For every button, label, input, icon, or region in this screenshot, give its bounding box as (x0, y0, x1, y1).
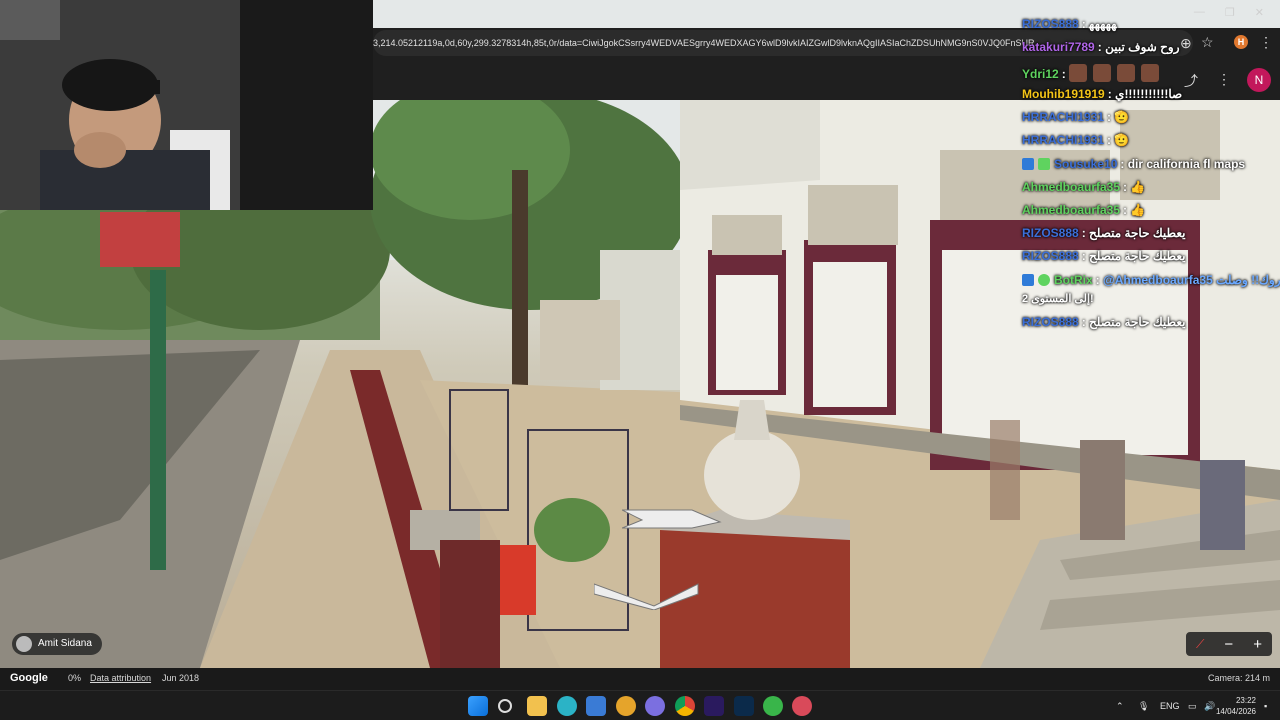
extension-profile-icon[interactable]: H (1234, 35, 1248, 49)
chat-username: RIZOS888 (1022, 249, 1079, 263)
data-attribution-link[interactable]: Data attribution (90, 673, 151, 683)
chat-username: Ydri12 (1022, 67, 1059, 81)
chat-message: HRRACHI1931: 🫡 (1022, 110, 1130, 124)
chat-message-continued: إلى المستوى 2! (1022, 292, 1094, 305)
close-button[interactable]: ✕ (1255, 6, 1264, 19)
more-icon[interactable]: ⋮ (1259, 34, 1273, 51)
badge-icon (1022, 274, 1034, 286)
imagery-date[interactable]: Jun 2018 (162, 673, 199, 683)
maximize-button[interactable]: ❐ (1225, 6, 1235, 19)
photoshop-icon[interactable] (734, 696, 754, 716)
chat-message: Sousuke10: dir california fl maps (1022, 157, 1245, 171)
chat-username: Ahmedboaurfa35 (1022, 203, 1121, 217)
chat-username: RIZOS888 (1022, 17, 1079, 31)
chat-text: 🫡 (1114, 110, 1130, 124)
navigate-back-arrow[interactable] (594, 574, 700, 610)
compass-icon[interactable]: ⟋ (1196, 637, 1204, 652)
chat-username: HRRACHI1931 (1022, 110, 1105, 124)
chat-message: HRRACHI1931: 🫡 (1022, 133, 1130, 147)
video-player-icon[interactable] (792, 696, 812, 716)
chat-text: يعطيك حاجة متصلح (1089, 226, 1186, 240)
chat-text: يعطيك حاجة متصلح (1089, 315, 1186, 329)
notification-icon[interactable]: ▪ (1264, 691, 1267, 720)
store-icon[interactable] (586, 696, 606, 716)
chat-username: Sousuke10 (1054, 157, 1118, 171)
windows-start-icon[interactable] (468, 696, 488, 716)
minimize-button[interactable]: — (1194, 6, 1205, 19)
chat-username: BotRix (1054, 273, 1093, 287)
progress-text: 0% (68, 673, 82, 683)
navigate-forward-arrow[interactable] (622, 500, 722, 530)
chat-message: Ahmedboaurfa35: 👍 (1022, 203, 1146, 217)
star-icon[interactable]: ☆ (1201, 34, 1214, 51)
chat-message: katakuri7789: روح شوف تبين (1022, 40, 1180, 54)
chrome-icon[interactable] (675, 696, 695, 716)
emote-icon (1141, 64, 1160, 82)
chat-text: 🫡 (1114, 133, 1130, 147)
chat-text: يعطيك حاجة متصلح (1089, 249, 1186, 263)
chat-message: BotRix: @Ahmedboaurfa35 مبروك!! وصلت (1022, 273, 1280, 287)
avatar (16, 636, 32, 652)
chat-text: ﻬﻬﻬﻬﻬ (1089, 17, 1117, 31)
clock-date: 14/04/2026 (1215, 707, 1256, 716)
wa-icon[interactable] (763, 696, 783, 716)
emote-icon (1093, 64, 1112, 82)
chat-message: RIZOS888: ﻬﻬﻬﻬﻬ (1022, 17, 1117, 31)
file-explorer-icon[interactable] (527, 696, 547, 716)
chat-text: روح شوف تبين (1105, 40, 1180, 54)
tray-chevron-icon[interactable]: ⌃ (1116, 691, 1124, 720)
photographer-name: Amit Sidana (38, 638, 92, 649)
window-controls: — ❐ ✕ (1194, 6, 1264, 19)
emote-icon (1117, 64, 1136, 82)
zoom-in-button[interactable]: + (1253, 636, 1262, 653)
chat-text: 👍 (1130, 180, 1146, 194)
zoom-out-button[interactable]: − (1224, 636, 1233, 653)
chat-text: @Ahmedboaurfa35 مبروك!! وصلت (1103, 273, 1280, 287)
chat-message: Ahmedboaurfa35: 👍 (1022, 180, 1146, 194)
camera-altitude: Camera: 214 m (1207, 673, 1270, 683)
chat-username: RIZOS888 (1022, 315, 1079, 329)
chat-message: RIZOS888: يعطيك حاجة متصلح (1022, 249, 1186, 263)
language-indicator[interactable]: ENG (1160, 691, 1180, 720)
chat-text: إلى المستوى 2! (1022, 293, 1094, 305)
discord-icon[interactable] (645, 696, 665, 716)
map-footer: Google 0% Data attribution Jun 2018 Came… (0, 668, 1280, 690)
badge-icon (1022, 158, 1034, 170)
chat-message: RIZOS888: يعطيك حاجة متصلح (1022, 315, 1186, 329)
share-icon[interactable]: ⤴ (1184, 71, 1198, 91)
zoom-controls: ⟋ − + (1186, 632, 1272, 656)
badge-icon (1038, 158, 1050, 170)
chat-message: RIZOS888: يعطيك حاجة متصلح (1022, 226, 1186, 240)
chrome-canary-icon[interactable] (616, 696, 636, 716)
chat-text: dir california fl maps (1127, 157, 1246, 171)
page-menu-icon[interactable]: ⋮ (1217, 71, 1231, 88)
chat-message: Ydri12: (1022, 64, 1165, 82)
webcam-overlay (0, 0, 373, 210)
chat-username: katakuri7789 (1022, 40, 1095, 54)
account-avatar[interactable]: N (1247, 68, 1271, 92)
clock-time: 23:22 (1235, 696, 1256, 705)
tab-search-icon[interactable]: ⊕ (1180, 35, 1192, 52)
chat-text: صا!!!!!!!!!!!ي (1115, 87, 1183, 101)
chat-text: 👍 (1130, 203, 1146, 217)
edge-icon[interactable] (557, 696, 577, 716)
premiere-icon[interactable] (704, 696, 724, 716)
search-icon[interactable] (498, 699, 512, 713)
chat-username: HRRACHI1931 (1022, 133, 1105, 147)
emote-icon (1069, 64, 1088, 82)
google-logo: Google (10, 672, 48, 684)
network-icon[interactable]: ▭ (1188, 691, 1197, 720)
microphone-icon[interactable]: 🎙 (1138, 691, 1149, 720)
photographer-chip[interactable]: Amit Sidana (12, 633, 102, 655)
windows-taskbar: ⌃ 🎙 ENG ▭ 🔊 23:22 14/04/2026 ▪ (0, 690, 1280, 720)
chat-username: Mouhib191919 (1022, 87, 1105, 101)
system-clock[interactable]: 23:22 14/04/2026 (1216, 695, 1256, 717)
chat-username: Ahmedboaurfa35 (1022, 180, 1121, 194)
chat-message: Mouhib191919: صا!!!!!!!!!!!ي (1022, 87, 1183, 101)
volume-icon[interactable]: 🔊 (1204, 691, 1215, 720)
chat-username: RIZOS888 (1022, 226, 1079, 240)
badge-icon (1038, 274, 1050, 286)
